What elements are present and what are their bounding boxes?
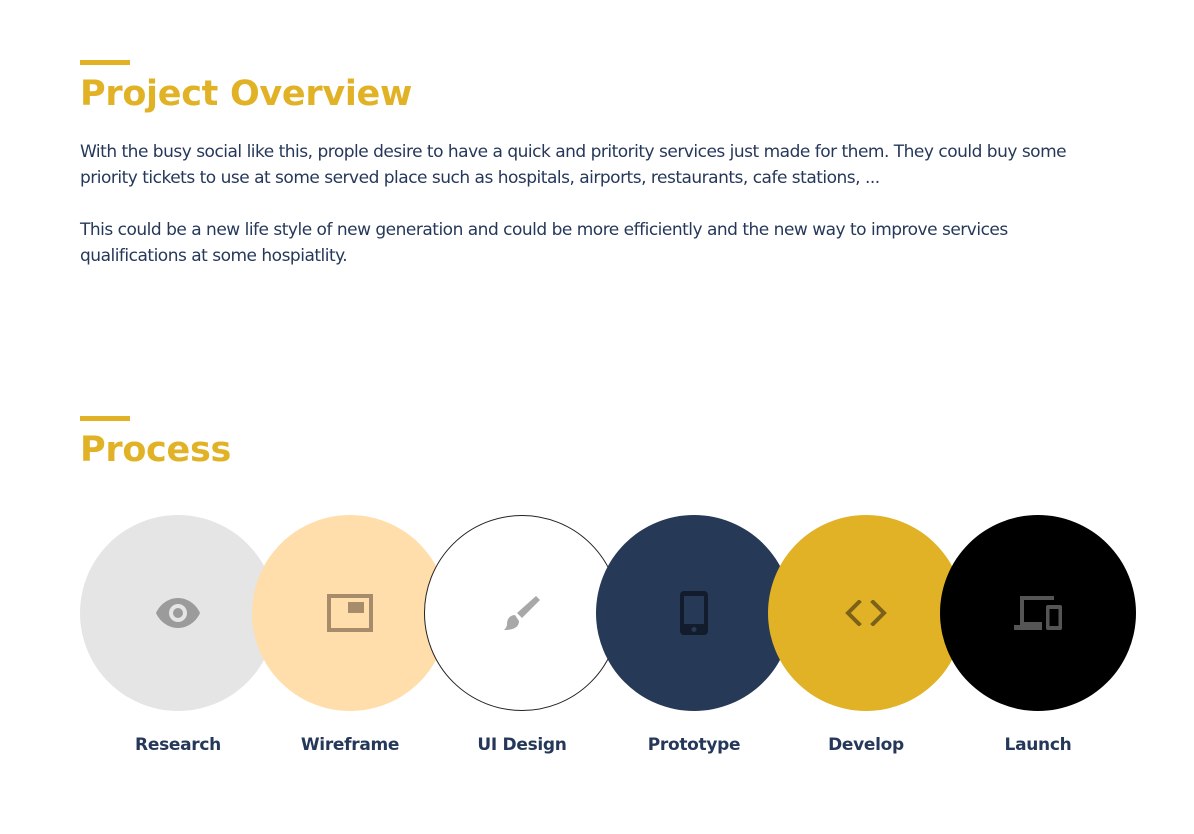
wireframe-label: Wireframe [300,735,400,755]
overview-paragraph-1: With the busy social like this, prople d… [80,142,1067,188]
process-step-wireframe: Wireframe [252,515,448,755]
launch-circle [940,515,1136,711]
process-step-research: Research [80,515,276,755]
overview-title: Project Overview [80,74,413,114]
page: Project Overview With the busy social li… [0,0,1194,834]
process-step-ui-design: UI Design [424,515,620,755]
eye-icon [156,598,200,628]
develop-circle [768,515,964,711]
ui-design-circle [424,515,620,711]
code-icon [845,600,887,626]
ui-design-label: UI Design [477,735,567,755]
wireframe-icon [327,594,373,632]
launch-label: Launch [1004,735,1072,755]
process-step-prototype: Prototype [596,515,792,755]
brush-icon [504,596,540,630]
process-accent-bar [80,416,130,421]
process-step-develop: Develop [768,515,964,755]
research-label: Research [135,735,221,755]
overview-paragraph-2: This could be a new life style of new ge… [80,220,1008,266]
wireframe-circle [252,515,448,711]
phone-icon [680,591,708,635]
process-step-launch: Launch [940,515,1136,755]
prototype-circle [596,515,792,711]
process-title: Process [80,430,232,470]
devices-icon [1014,596,1062,630]
prototype-label: Prototype [647,735,741,755]
research-circle [80,515,276,711]
develop-label: Develop [828,735,904,755]
overview-accent-bar [80,60,130,65]
